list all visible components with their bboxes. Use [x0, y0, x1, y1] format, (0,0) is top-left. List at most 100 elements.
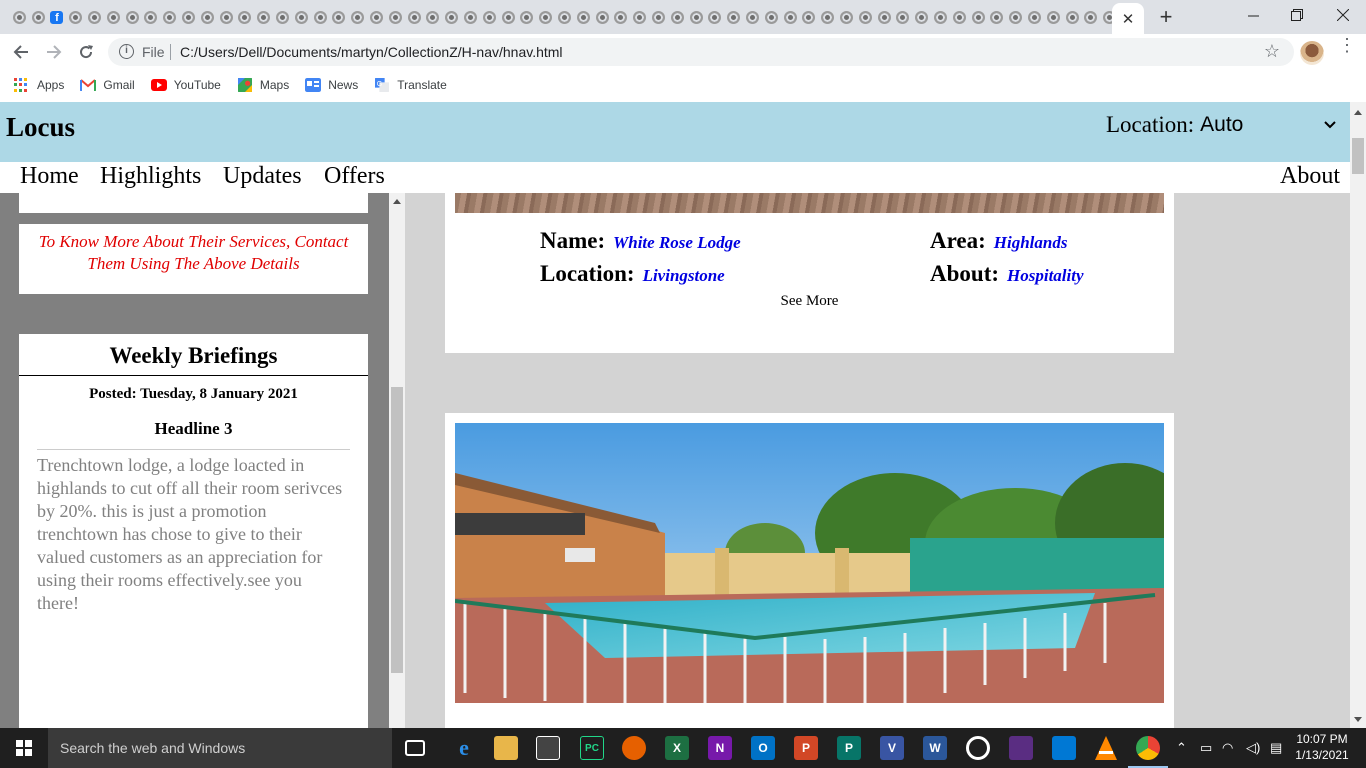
tab-favicon-icon[interactable] — [875, 8, 894, 26]
tab-favicon-icon[interactable] — [236, 8, 255, 26]
onenote-icon[interactable]: N — [708, 736, 732, 760]
tab-favicon-icon[interactable] — [668, 8, 687, 26]
tab-favicon-icon[interactable] — [179, 8, 198, 26]
taskbar-search-input[interactable]: Search the web and Windows — [48, 728, 392, 768]
forward-button[interactable] — [41, 40, 67, 64]
tab-favicon-icon[interactable] — [330, 8, 349, 26]
scroll-up-icon[interactable] — [393, 199, 401, 204]
new-tab-button[interactable]: + — [1155, 4, 1177, 30]
excel-icon[interactable]: X — [665, 736, 689, 760]
volume-icon[interactable]: ◁) — [1246, 728, 1260, 768]
nav-offers[interactable]: Offers — [324, 163, 385, 190]
name-value[interactable]: White Rose Lodge — [613, 233, 741, 252]
visio-icon[interactable]: V — [880, 736, 904, 760]
edge-browser-icon[interactable]: e — [452, 735, 476, 760]
tab-favicon-icon[interactable] — [480, 8, 499, 26]
tab-favicon-icon[interactable] — [292, 8, 311, 26]
tab-favicon-icon[interactable] — [499, 8, 518, 26]
bookmark-maps[interactable]: Maps — [237, 78, 289, 92]
tab-favicon-icon[interactable] — [762, 8, 781, 26]
site-brand[interactable]: Locus — [6, 112, 75, 143]
tab-favicon-icon[interactable] — [123, 8, 142, 26]
tab-favicon-icon[interactable] — [781, 8, 800, 26]
scroll-up-icon[interactable] — [1354, 110, 1362, 115]
close-icon[interactable]: ✕ — [1122, 10, 1135, 28]
task-view-icon[interactable] — [405, 740, 425, 756]
reload-button[interactable] — [73, 40, 99, 64]
scrollbar-thumb[interactable] — [1352, 138, 1364, 174]
tab-favicon-icon[interactable] — [424, 8, 443, 26]
tab-favicon-icon[interactable] — [969, 8, 988, 26]
restore-button[interactable] — [1274, 0, 1320, 30]
tab-favicon-icon[interactable] — [1081, 8, 1100, 26]
tab-favicon-icon[interactable] — [66, 8, 85, 26]
battery-icon[interactable]: ▭ — [1200, 728, 1212, 768]
sidebar-scrollbar[interactable] — [389, 193, 405, 728]
tab-favicon-icon[interactable] — [1063, 8, 1082, 26]
tab-favicon-icon[interactable] — [649, 8, 668, 26]
profile-avatar[interactable] — [1300, 41, 1324, 65]
tab-favicon-icon[interactable] — [536, 8, 555, 26]
tab-favicon-icon[interactable] — [818, 8, 837, 26]
tab-favicon-icon[interactable] — [461, 8, 480, 26]
tab-favicon-icon[interactable] — [687, 8, 706, 26]
tab-favicon-icon[interactable] — [273, 8, 292, 26]
store-icon[interactable] — [536, 736, 560, 760]
firefox-icon[interactable] — [622, 736, 646, 760]
tab-favicon-icon[interactable] — [1025, 8, 1044, 26]
tab-favicon-icon[interactable] — [912, 8, 931, 26]
app-icon[interactable] — [1009, 736, 1033, 760]
start-button[interactable] — [0, 728, 48, 768]
wifi-icon[interactable]: ◠ — [1222, 728, 1233, 768]
tab-favicon-icon[interactable] — [104, 8, 123, 26]
nav-highlights[interactable]: Highlights — [100, 163, 201, 190]
tab-favicons[interactable]: f — [10, 8, 1119, 26]
see-more-link[interactable]: See More — [445, 293, 1174, 310]
tab-favicon-icon[interactable] — [160, 8, 179, 26]
tab-favicon-icon[interactable] — [1044, 8, 1063, 26]
notification-icon[interactable]: ▤ — [1270, 728, 1282, 768]
chrome-icon[interactable] — [1136, 736, 1160, 760]
tab-favicon-icon[interactable] — [724, 8, 743, 26]
tab-favicon-icon[interactable] — [743, 8, 762, 26]
tab-favicon-icon[interactable] — [799, 8, 818, 26]
tab-favicon-icon[interactable] — [931, 8, 950, 26]
tab-favicon-icon[interactable] — [142, 8, 161, 26]
tab-favicon-icon[interactable] — [348, 8, 367, 26]
scroll-down-icon[interactable] — [1354, 717, 1362, 722]
tab-favicon-icon[interactable] — [593, 8, 612, 26]
tab-favicon-icon[interactable] — [386, 8, 405, 26]
tab-favicon-icon[interactable] — [574, 8, 593, 26]
taskbar-clock[interactable]: 10:07 PM 1/13/2021 — [1290, 731, 1354, 763]
word-icon[interactable]: W — [923, 736, 947, 760]
tab-favicon-icon[interactable] — [987, 8, 1006, 26]
bookmark-translate[interactable]: G Translate — [374, 78, 447, 92]
bookmark-news[interactable]: News — [305, 78, 358, 92]
tab-favicon-icon[interactable] — [442, 8, 461, 26]
bookmark-youtube[interactable]: YouTube — [150, 78, 221, 92]
bookmark-apps[interactable]: Apps — [14, 78, 64, 92]
tab-favicon-icon[interactable] — [29, 8, 48, 26]
tab-favicon-icon[interactable] — [1006, 8, 1025, 26]
tab-favicon-icon[interactable] — [837, 8, 856, 26]
tab-favicon-icon[interactable] — [950, 8, 969, 26]
scrollbar-thumb[interactable] — [391, 387, 403, 673]
tab-favicon-icon[interactable] — [311, 8, 330, 26]
tab-favicon-icon[interactable] — [893, 8, 912, 26]
tab-favicon-icon[interactable] — [367, 8, 386, 26]
tab-favicon-icon[interactable] — [555, 8, 574, 26]
tab-favicon-icon[interactable] — [630, 8, 649, 26]
window-close-button[interactable] — [1320, 0, 1366, 30]
tab-favicon-icon[interactable] — [612, 8, 631, 26]
nav-updates[interactable]: Updates — [223, 163, 302, 190]
vlc-icon[interactable] — [1094, 736, 1118, 760]
media-icon[interactable] — [966, 736, 990, 760]
about-value[interactable]: Hospitality — [1007, 266, 1084, 285]
powerpoint-icon[interactable]: P — [794, 736, 818, 760]
page-scrollbar[interactable] — [1350, 102, 1366, 728]
facebook-tab-icon[interactable]: f — [48, 8, 67, 26]
publisher-icon[interactable]: P — [837, 736, 861, 760]
tab-favicon-icon[interactable] — [705, 8, 724, 26]
tray-chevron-icon[interactable]: ⌃ — [1176, 728, 1187, 768]
address-bar[interactable]: i File C:/Users/Dell/Documents/martyn/Co… — [108, 38, 1294, 66]
